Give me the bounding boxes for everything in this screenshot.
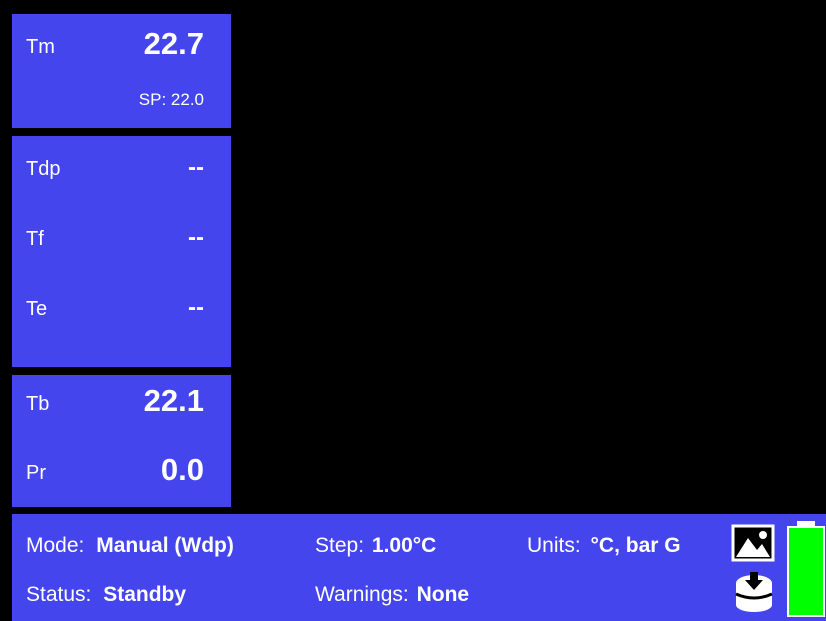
mode-label: Mode: <box>26 534 85 557</box>
tb-label: Tb <box>26 393 50 415</box>
status-field: Status: Standby <box>26 583 186 607</box>
tdp-label: Tdp <box>26 158 61 180</box>
pr-label: Pr <box>26 462 46 484</box>
te-label: Te <box>26 298 48 320</box>
tf-value: -- <box>188 224 204 251</box>
bath-pressure-panel: Tb 22.1 Pr 0.0 <box>12 375 231 507</box>
battery-level-fill <box>789 528 823 615</box>
tdp-value: -- <box>188 154 204 181</box>
mode-value: Manual (Wdp) <box>96 534 234 557</box>
tm-setpoint: SP: 22.0 <box>138 90 204 109</box>
units-value: °C, bar G <box>590 534 681 557</box>
status-label: Status: <box>26 583 92 606</box>
tf-label: Tf <box>26 228 44 250</box>
tm-value: 22.7 <box>143 26 204 61</box>
step-label: Step: <box>315 534 365 557</box>
status-bar: Mode: Manual (Wdp) Step: 1.00°C Units: °… <box>12 514 826 621</box>
mode-field: Mode: Manual (Wdp) <box>26 534 234 558</box>
tb-value: 22.1 <box>143 383 204 418</box>
te-value: -- <box>188 294 204 321</box>
units-label: Units: <box>527 534 581 557</box>
units-field: Units: °C, bar G <box>527 534 681 558</box>
image-icon[interactable] <box>731 524 775 562</box>
step-value: 1.00°C <box>371 534 437 557</box>
tm-label: Tm <box>26 36 55 58</box>
pr-value: 0.0 <box>160 452 204 487</box>
warnings-label: Warnings: <box>315 583 409 606</box>
dewpoint-panel: Tdp -- Tf -- Te -- <box>12 136 231 367</box>
database-download-icon[interactable] <box>734 571 774 613</box>
warnings-value: None <box>416 583 470 606</box>
tm-panel: Tm 22.7 SP: 22.0 <box>12 14 231 128</box>
battery-body <box>787 526 825 617</box>
status-value: Standby <box>103 583 187 606</box>
warnings-field: Warnings: None <box>315 583 469 607</box>
step-field: Step: 1.00°C <box>315 534 436 558</box>
battery-icon <box>787 521 825 617</box>
